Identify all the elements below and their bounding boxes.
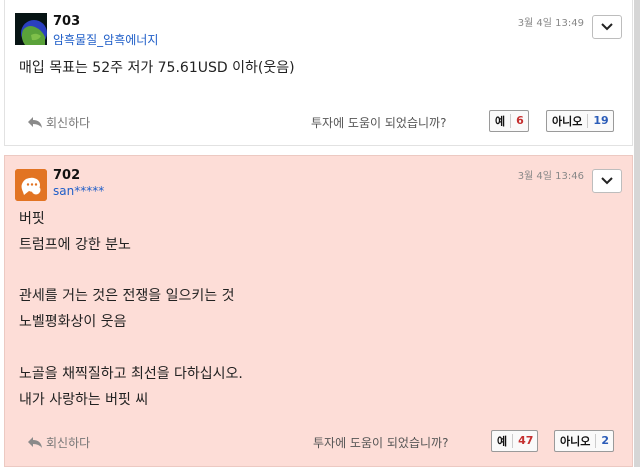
- reply-button[interactable]: 회신하다: [27, 114, 90, 131]
- vote-yes-button[interactable]: 예 47: [491, 430, 539, 452]
- comment-703: 703 암흑물질_암흑에너지 3월 4일 13:49 매입 목표는 52주 저가…: [4, 0, 633, 146]
- helpful-question: 투자에 도움이 되었습니까?: [313, 436, 449, 450]
- scrollbar-track[interactable]: [634, 0, 640, 467]
- vote-no-button[interactable]: 아니오 2: [554, 430, 615, 452]
- vote-no-label: 아니오: [552, 115, 583, 128]
- helpful-question: 투자에 도움이 되었습니까?: [311, 116, 447, 130]
- comment-number: 703: [53, 14, 81, 29]
- speech-bubble-avatar-icon[interactable]: [15, 169, 47, 201]
- options-dropdown-button[interactable]: [592, 15, 622, 39]
- reply-arrow-icon: [28, 437, 42, 448]
- vote-yes-count: 47: [512, 434, 537, 448]
- comment-date: 3월 4일 13:49: [517, 18, 584, 29]
- reply-label: 회신하다: [46, 436, 91, 450]
- author-link[interactable]: 암흑물질_암흑에너지: [53, 31, 158, 48]
- vote-yes-count: 6: [510, 114, 528, 128]
- vote-yes-button[interactable]: 예 6: [489, 110, 529, 132]
- comment-date: 3월 4일 13:46: [517, 171, 584, 182]
- reply-arrow-icon: [28, 117, 42, 128]
- chevron-down-icon: [601, 177, 613, 185]
- planet-avatar-icon[interactable]: [15, 13, 47, 45]
- vote-yes-label: 예: [497, 435, 508, 448]
- vote-no-button[interactable]: 아니오 19: [546, 110, 614, 132]
- comment-702: 702 san***** 3월 4일 13:46 버핏 트럼프에 강한 분노 관…: [4, 155, 633, 467]
- comment-text: 버핏 트럼프에 강한 분노 관세를 거는 것은 전쟁을 일으키는 것 노벨평화상…: [19, 211, 243, 408]
- vote-no-count: 19: [587, 114, 612, 128]
- author-link[interactable]: san*****: [53, 184, 104, 198]
- options-dropdown-button[interactable]: [592, 169, 622, 193]
- chevron-down-icon: [601, 23, 613, 31]
- reply-label: 회신하다: [46, 116, 91, 130]
- vote-no-label: 아니오: [560, 435, 591, 448]
- comment-text: 매입 목표는 52주 저가 75.61USD 이하(웃음): [19, 60, 295, 76]
- reply-button[interactable]: 회신하다: [27, 434, 90, 451]
- vote-no-count: 2: [595, 434, 613, 448]
- comment-number: 702: [53, 168, 81, 183]
- vote-yes-label: 예: [495, 115, 506, 128]
